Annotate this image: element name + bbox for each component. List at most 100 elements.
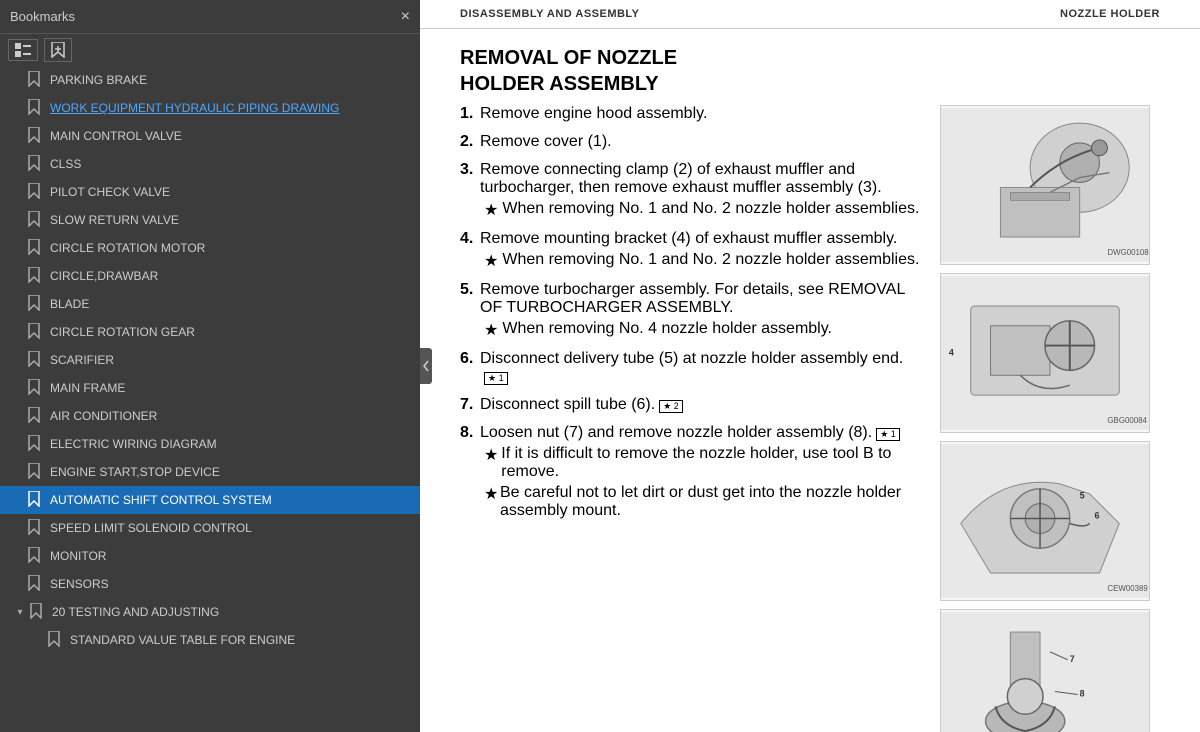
sidebar-item-label-main-control-valve: MAIN CONTROL VALVE (50, 129, 412, 143)
star-symbol: ★ (484, 251, 498, 271)
chevron-left-icon (422, 360, 430, 372)
sidebar-item-sensors[interactable]: SENSORS (0, 570, 420, 598)
sidebar-item-auto-shift[interactable]: AUTOMATIC SHIFT CONTROL SYSTEM (0, 486, 420, 514)
sidebar-item-label-circle-rotation-gear: CIRCLE ROTATION GEAR (50, 325, 412, 339)
step-note: ★ When removing No. 1 and No. 2 nozzle h… (480, 251, 920, 271)
svg-text:GBG00084: GBG00084 (1107, 416, 1147, 425)
document-content: DISASSEMBLY AND ASSEMBLY NOZZLE HOLDER R… (420, 0, 1200, 732)
step-text: Remove connecting clamp (2) of exhaust m… (480, 161, 882, 196)
step-content: Remove cover (1). (480, 133, 920, 151)
step-number: 1. (460, 105, 476, 123)
star-symbol: ★ (484, 200, 498, 220)
image-group-2: 4 GBG00084 (940, 273, 1160, 433)
svg-text:5: 5 (1080, 491, 1085, 501)
sidebar-item-parking-brake[interactable]: PARKING BRAKE (0, 66, 420, 94)
step-content: Remove turbocharger assembly. For detail… (480, 281, 920, 340)
sidebar-item-testing-adjusting[interactable]: ▾ 20 TESTING AND ADJUSTING (0, 598, 420, 626)
step-number: 7. (460, 396, 476, 414)
svg-text:7: 7 (1070, 654, 1075, 664)
step-content: Disconnect spill tube (6).★ 2 (480, 396, 920, 414)
bookmark-icon-air-conditioner (28, 407, 42, 425)
sidebar-item-clss[interactable]: CLSS (0, 150, 420, 178)
bookmark-icon-circle-drawbar (28, 267, 42, 285)
step-number: 4. (460, 230, 476, 271)
sidebar-item-work-equipment[interactable]: WORK EQUIPMENT HYDRAULIC PIPING DRAWING (0, 94, 420, 122)
sidebar-item-label-air-conditioner: AIR CONDITIONER (50, 409, 412, 423)
star-symbol: ★ (484, 320, 498, 340)
bookmark-icon-blade (28, 295, 42, 313)
sidebar-item-label-circle-rotation-motor: CIRCLE ROTATION MOTOR (50, 241, 412, 255)
sidebar-item-circle-drawbar[interactable]: CIRCLE,DRAWBAR (0, 262, 420, 290)
sidebar-item-standard-value[interactable]: STANDARD VALUE TABLE FOR ENGINE (0, 626, 420, 654)
sidebar-item-scarifier[interactable]: SCARIFIER (0, 346, 420, 374)
sidebar-item-label-clss: CLSS (50, 157, 412, 171)
sidebar-item-label-auto-shift: AUTOMATIC SHIFT CONTROL SYSTEM (50, 493, 412, 507)
step-ref-6: ★ 1 (484, 372, 508, 385)
bookmarks-list: PARKING BRAKE WORK EQUIPMENT HYDRAULIC P… (0, 66, 420, 732)
sidebar-item-main-frame[interactable]: MAIN FRAME (0, 374, 420, 402)
sidebar-item-circle-rotation-gear[interactable]: CIRCLE ROTATION GEAR (0, 318, 420, 346)
step-text: Remove turbocharger assembly. For detail… (480, 281, 905, 316)
step-text: Disconnect spill tube (6). (480, 396, 655, 413)
step-text: Loosen nut (7) and remove nozzle holder … (480, 424, 872, 441)
sidebar-item-label-circle-drawbar: CIRCLE,DRAWBAR (50, 269, 412, 283)
list-view-button[interactable] (8, 39, 38, 61)
sidebar-item-label-blade: BLADE (50, 297, 412, 311)
sidebar-item-label-main-frame: MAIN FRAME (50, 381, 412, 395)
sidebar-item-label-parking-brake: PARKING BRAKE (50, 73, 412, 87)
bookmark-icon-scarifier (28, 351, 42, 369)
images-column: DWG00108 4 GBG00084 (940, 105, 1160, 732)
sidebar: Bookmarks × PARKING BRAKE WORK (0, 0, 420, 732)
bookmark-view-button[interactable] (44, 38, 72, 62)
sidebar-item-label-engine-start-stop: ENGINE START,STOP DEVICE (50, 465, 412, 479)
sidebar-item-electric-wiring[interactable]: ELECTRIC WIRING DIAGRAM (0, 430, 420, 458)
image-group-4: 7 8 CEW00370 (940, 609, 1160, 732)
sidebar-item-main-control-valve[interactable]: MAIN CONTROL VALVE (0, 122, 420, 150)
collapse-arrow-testing-adjusting[interactable]: ▾ (12, 604, 28, 620)
step-note-text: When removing No. 1 and No. 2 nozzle hol… (502, 200, 919, 220)
sidebar-item-blade[interactable]: BLADE (0, 290, 420, 318)
sidebar-item-pilot-check-valve[interactable]: PILOT CHECK VALVE (0, 178, 420, 206)
sidebar-item-slow-return-valve[interactable]: SLOW RETURN VALVE (0, 206, 420, 234)
star-symbol: ★ (484, 484, 496, 520)
sidebar-item-monitor[interactable]: MONITOR (0, 542, 420, 570)
bookmark-icon-main-control-valve (28, 127, 42, 145)
step-8: 8. Loosen nut (7) and remove nozzle hold… (460, 424, 920, 520)
bookmark-icon-testing-adjusting (30, 603, 44, 621)
step-note-text: When removing No. 1 and No. 2 nozzle hol… (502, 251, 919, 271)
bookmark-icon-circle-rotation-gear (28, 323, 42, 341)
sidebar-item-speed-solenoid[interactable]: SPEED LIMIT SOLENOID CONTROL (0, 514, 420, 542)
step-1: 1. Remove engine hood assembly. (460, 105, 920, 123)
sidebar-item-label-work-equipment: WORK EQUIPMENT HYDRAULIC PIPING DRAWING (50, 101, 412, 115)
doc-section-right: NOZZLE HOLDER (1060, 8, 1160, 20)
doc-image-4: 7 8 CEW00370 (940, 609, 1150, 732)
sidebar-item-engine-start-stop[interactable]: ENGINE START,STOP DEVICE (0, 458, 420, 486)
sidebar-item-circle-rotation-motor[interactable]: CIRCLE ROTATION MOTOR (0, 234, 420, 262)
sidebar-item-label-electric-wiring: ELECTRIC WIRING DIAGRAM (50, 437, 412, 451)
bookmark-icon-parking-brake (28, 71, 42, 89)
sidebar-collapse-handle[interactable] (420, 348, 432, 384)
svg-text:4: 4 (949, 347, 954, 357)
sidebar-header: Bookmarks × (0, 0, 420, 34)
step-number: 5. (460, 281, 476, 340)
sidebar-item-label-slow-return-valve: SLOW RETURN VALVE (50, 213, 412, 227)
step-note-text: When removing No. 4 nozzle holder assemb… (502, 320, 832, 340)
bookmark-icon-engine-start-stop (28, 463, 42, 481)
steps-column: 1. Remove engine hood assembly. 2. Remov… (460, 105, 920, 732)
sidebar-item-air-conditioner[interactable]: AIR CONDITIONER (0, 402, 420, 430)
step-content: Disconnect delivery tube (5) at nozzle h… (480, 350, 920, 386)
step-text: Remove cover (1). (480, 133, 612, 150)
machinery-illustration-1: DWG00108 (941, 106, 1149, 264)
machinery-illustration-4: 7 8 CEW00370 (941, 610, 1149, 732)
step-content: Remove connecting clamp (2) of exhaust m… (480, 161, 920, 220)
bookmark-icon-main-frame (28, 379, 42, 397)
sidebar-title: Bookmarks (10, 9, 75, 24)
sidebar-toolbar (0, 34, 420, 66)
bookmark-icon-monitor (28, 547, 42, 565)
step-3: 3. Remove connecting clamp (2) of exhaus… (460, 161, 920, 220)
sidebar-item-label-standard-value: STANDARD VALUE TABLE FOR ENGINE (70, 633, 412, 647)
step-note: ★ When removing No. 1 and No. 2 nozzle h… (480, 200, 920, 220)
page-title: REMOVAL OF NOZZLE HOLDER ASSEMBLY (460, 45, 1160, 97)
close-button[interactable]: × (401, 9, 410, 25)
sidebar-item-label-scarifier: SCARIFIER (50, 353, 412, 367)
